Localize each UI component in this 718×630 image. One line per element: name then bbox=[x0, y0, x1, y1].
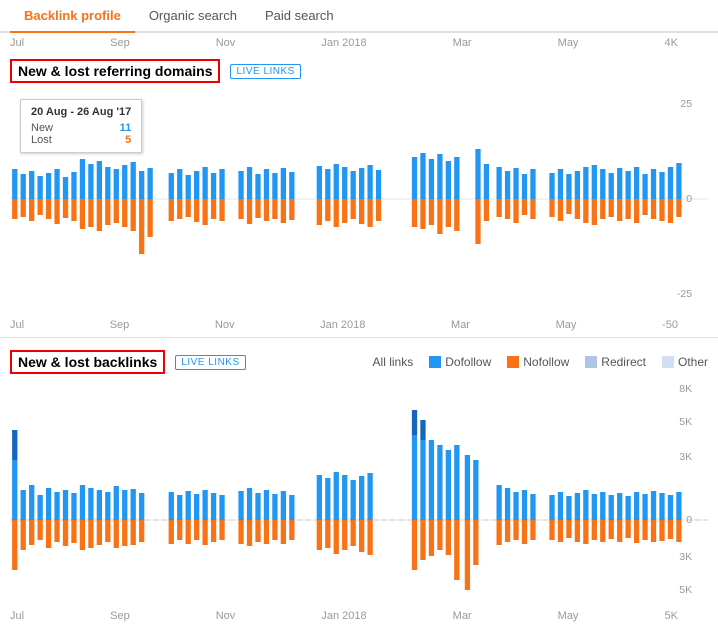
redirect-swatch bbox=[585, 356, 597, 368]
legend-other: Other bbox=[662, 355, 708, 369]
tooltip-lost-label: Lost bbox=[31, 134, 52, 146]
x-label-jan: Jan 2018 bbox=[321, 37, 366, 49]
other-label: Other bbox=[678, 355, 708, 369]
x1-50: -50 bbox=[662, 319, 678, 331]
section1-live-links[interactable]: LIVE LINKS bbox=[230, 64, 300, 79]
legend-all-links: All links bbox=[373, 355, 414, 369]
dofollow-swatch bbox=[429, 356, 441, 368]
x1-jan: Jan 2018 bbox=[320, 319, 365, 331]
divider1 bbox=[0, 337, 718, 338]
tab-paid-search[interactable]: Paid search bbox=[251, 0, 348, 31]
x-label-sep: Sep bbox=[110, 37, 130, 49]
chart2-container: 8K 5K 3K 0 3K 5K bbox=[10, 380, 708, 600]
svg-text:3K: 3K bbox=[679, 552, 692, 563]
x-axis-bottom2: Jul Sep Nov Jan 2018 Mar May 5K bbox=[0, 608, 718, 624]
x-axis-top: Jul Sep Nov Jan 2018 Mar May 4K bbox=[0, 33, 718, 51]
chart1-container: 20 Aug - 26 Aug '17 New 11 Lost 5 25 0 -… bbox=[10, 89, 708, 309]
legend-redirect: Redirect bbox=[585, 355, 646, 369]
nofollow-swatch bbox=[507, 356, 519, 368]
section2-header: New & lost backlinks LIVE LINKS All link… bbox=[10, 350, 708, 374]
redirect-label: Redirect bbox=[601, 355, 646, 369]
x2-sep: Sep bbox=[110, 610, 130, 622]
x1-jul: Jul bbox=[10, 319, 24, 331]
section1-title: New & lost referring domains bbox=[10, 59, 220, 83]
x-axis-bottom1: Jul Sep Nov Jan 2018 Mar May -50 bbox=[0, 317, 718, 333]
x2-nov: Nov bbox=[216, 610, 236, 622]
svg-text:5K: 5K bbox=[679, 585, 692, 596]
tooltip-lost-row: Lost 5 bbox=[31, 134, 131, 146]
x1-nov: Nov bbox=[215, 319, 235, 331]
x2-mar: Mar bbox=[453, 610, 472, 622]
x-label-4k: 4K bbox=[664, 37, 677, 49]
svg-text:5K: 5K bbox=[679, 417, 692, 428]
x1-may: May bbox=[556, 319, 577, 331]
svg-text:0: 0 bbox=[686, 194, 692, 205]
legend-dofollow: Dofollow bbox=[429, 355, 491, 369]
x2-jul: Jul bbox=[10, 610, 24, 622]
tab-backlink-profile[interactable]: Backlink profile bbox=[10, 0, 135, 33]
svg-text:25: 25 bbox=[680, 99, 692, 110]
tooltip-new-label: New bbox=[31, 122, 53, 134]
svg-text:3K: 3K bbox=[679, 452, 692, 463]
x-label-nov: Nov bbox=[216, 37, 236, 49]
tooltip-new-row: New 11 bbox=[31, 122, 131, 134]
section1-header: New & lost referring domains LIVE LINKS bbox=[10, 59, 708, 83]
x2-jan: Jan 2018 bbox=[321, 610, 366, 622]
x2-may: May bbox=[558, 610, 579, 622]
tooltip-date: 20 Aug - 26 Aug '17 bbox=[31, 106, 131, 118]
x2-5k: 5K bbox=[664, 610, 677, 622]
other-swatch bbox=[662, 356, 674, 368]
x1-mar: Mar bbox=[451, 319, 470, 331]
section2-title: New & lost backlinks bbox=[10, 350, 165, 374]
svg-text:-25: -25 bbox=[677, 289, 693, 300]
tab-organic-search[interactable]: Organic search bbox=[135, 0, 251, 31]
legend-nofollow: Nofollow bbox=[507, 355, 569, 369]
x-label-jul: Jul bbox=[10, 37, 24, 49]
tooltip-new-value: 11 bbox=[120, 122, 132, 134]
section-backlinks: New & lost backlinks LIVE LINKS All link… bbox=[0, 342, 718, 608]
nofollow-label: Nofollow bbox=[523, 355, 569, 369]
svg-text:0: 0 bbox=[686, 515, 692, 526]
chart1-tooltip: 20 Aug - 26 Aug '17 New 11 Lost 5 bbox=[20, 99, 142, 153]
tooltip-lost-value: 5 bbox=[125, 134, 131, 146]
x-label-mar: Mar bbox=[453, 37, 472, 49]
dofollow-label: Dofollow bbox=[445, 355, 491, 369]
legend-row: All links Dofollow Nofollow Redirect Oth… bbox=[373, 355, 708, 369]
chart2-svg: 8K 5K 3K 0 3K 5K bbox=[10, 380, 708, 600]
section2-live-links[interactable]: LIVE LINKS bbox=[175, 355, 245, 370]
x1-sep: Sep bbox=[110, 319, 130, 331]
section-referring-domains: New & lost referring domains LIVE LINKS … bbox=[0, 51, 718, 317]
x-label-may: May bbox=[558, 37, 579, 49]
tabs-container: Backlink profile Organic search Paid sea… bbox=[0, 0, 718, 33]
svg-text:8K: 8K bbox=[679, 384, 692, 395]
